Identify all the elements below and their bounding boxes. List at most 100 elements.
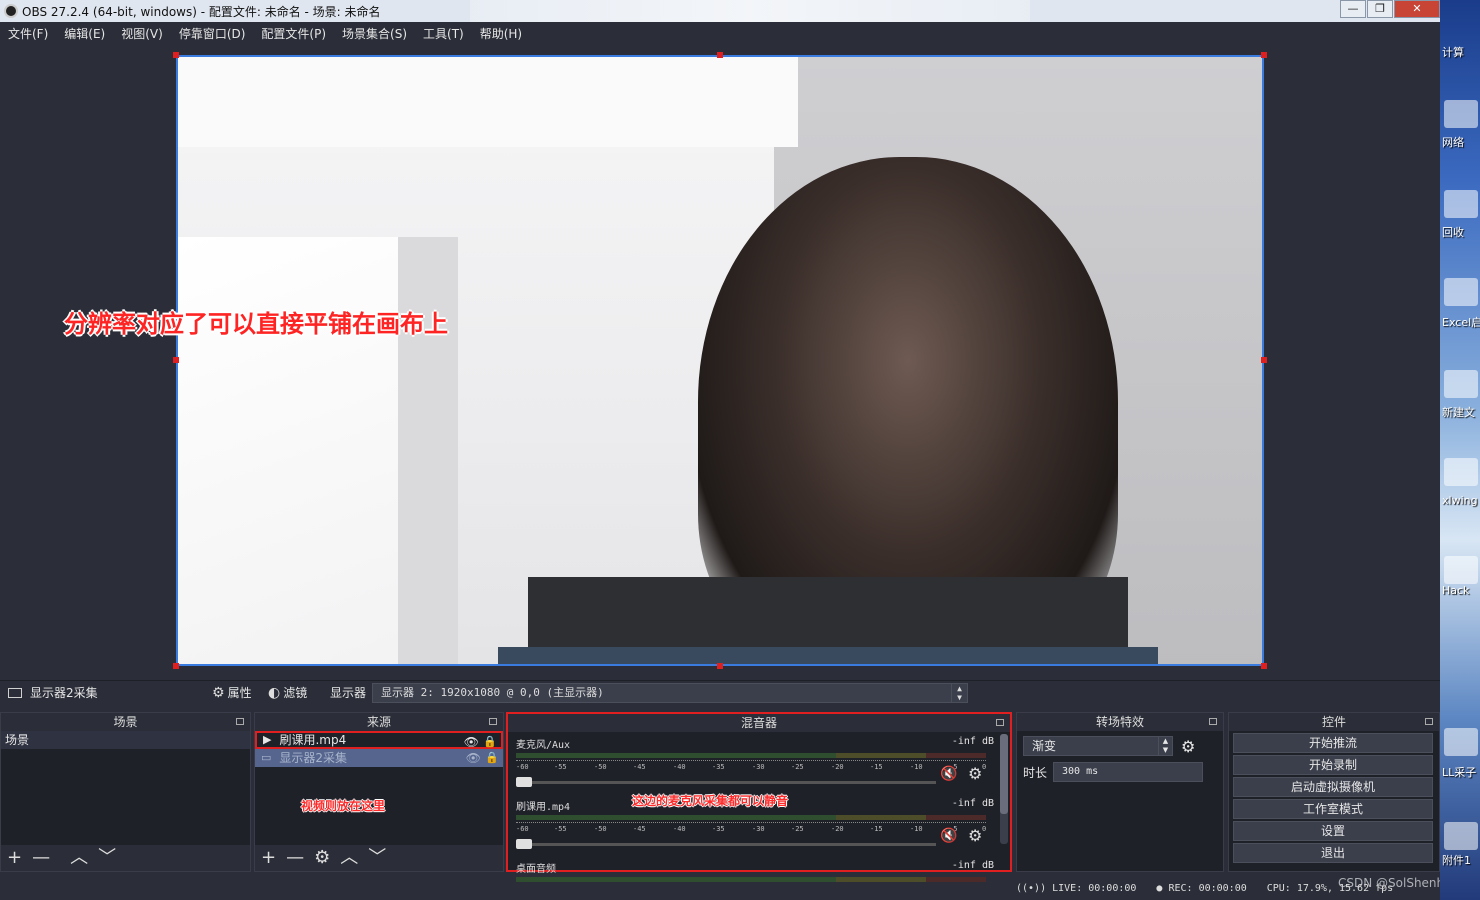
- menu-tools[interactable]: 工具(T): [423, 25, 464, 42]
- scene-window-frame: [398, 237, 458, 664]
- move-down-icon[interactable]: ﹀: [98, 848, 116, 868]
- source-item-label: 刷课用.mp4: [279, 733, 347, 747]
- preview-canvas[interactable]: [176, 55, 1264, 666]
- controls-dock: 控件 开始推流 开始录制 启动虚拟摄像机 工作室模式 设置 退出: [1228, 712, 1440, 872]
- shortcut-icon[interactable]: [1444, 556, 1478, 584]
- filters-button[interactable]: ◐ 滤镜: [268, 681, 307, 705]
- volume-slider-knob[interactable]: [516, 777, 532, 787]
- menu-help[interactable]: 帮助(H): [480, 25, 522, 42]
- resize-handle-tr[interactable]: [1261, 52, 1267, 58]
- transition-select-value: 渐变: [1032, 739, 1057, 753]
- display-select[interactable]: 显示器 2: 1920x1080 @ 0,0 (主显示器) ▲ ▼: [372, 683, 968, 703]
- gear-icon[interactable]: ⚙: [1181, 737, 1195, 756]
- network-icon[interactable]: [1444, 100, 1478, 128]
- close-button[interactable]: ✕: [1394, 0, 1440, 18]
- mute-icon[interactable]: 🔇: [940, 766, 957, 782]
- resize-handle-t[interactable]: [717, 52, 723, 58]
- gear-icon[interactable]: ⚙: [968, 826, 982, 845]
- folder-icon[interactable]: [1444, 458, 1478, 486]
- resize-handle-r[interactable]: [1261, 357, 1267, 363]
- volume-slider[interactable]: [516, 776, 936, 788]
- menu-edit[interactable]: 编辑(E): [64, 25, 105, 42]
- scenes-footer: + — ︿ ﹀: [1, 845, 250, 871]
- properties-label: 属性: [227, 686, 252, 700]
- studio-mode-button[interactable]: 工作室模式: [1233, 799, 1433, 819]
- menu-profile[interactable]: 配置文件(P): [261, 25, 326, 42]
- gear-icon[interactable]: ⚙: [968, 764, 982, 783]
- chevron-updown-icon: ▲ ▼: [951, 684, 967, 702]
- lock-icon[interactable]: 🔒: [485, 749, 499, 767]
- scene-item-label: 场景: [5, 733, 30, 747]
- exit-button[interactable]: 退出: [1233, 843, 1433, 863]
- scene-item[interactable]: 场景: [1, 731, 250, 749]
- maximize-button[interactable]: ❐: [1367, 0, 1393, 18]
- start-recording-button[interactable]: 开始录制: [1233, 755, 1433, 775]
- title-bar: OBS 27.2.4 (64-bit, windows) - 配置文件: 未命名…: [0, 0, 1440, 22]
- menu-docks[interactable]: 停靠窗口(D): [179, 25, 246, 42]
- source-item[interactable]: ▭ 显示器2采集 👁 🔒: [255, 749, 503, 767]
- resize-handle-l[interactable]: [173, 357, 179, 363]
- menu-view[interactable]: 视图(V): [121, 25, 163, 42]
- menu-file[interactable]: 文件(F): [8, 25, 48, 42]
- sources-title: 来源: [366, 715, 391, 729]
- volume-slider-knob[interactable]: [516, 839, 532, 849]
- float-dock-icon[interactable]: [236, 718, 244, 725]
- desktop-icon-label: LL采子: [1442, 766, 1477, 779]
- settings-button[interactable]: 设置: [1233, 821, 1433, 841]
- float-dock-icon[interactable]: [1209, 718, 1217, 725]
- recycle-bin-icon[interactable]: [1444, 190, 1478, 218]
- add-icon[interactable]: +: [7, 848, 22, 868]
- gear-icon[interactable]: ⚙: [314, 848, 330, 868]
- add-icon[interactable]: +: [261, 848, 276, 868]
- display-select-value: 显示器 2: 1920x1080 @ 0,0 (主显示器): [381, 686, 604, 699]
- mixer-channel-name: 刷课用.mp4: [516, 802, 571, 813]
- source-item[interactable]: ▶ 刷课用.mp4 👁 🔒: [255, 731, 503, 749]
- resize-handle-bl[interactable]: [173, 663, 179, 669]
- properties-button[interactable]: ⚙ 属性: [212, 681, 252, 705]
- mixer-channel: 麦克风/Aux -inf dB -60 -55 -50 -45 -40 -35 -30 -25…: [508, 732, 1010, 794]
- preview-annotation: 分辨率对应了可以直接平铺在画布上: [64, 310, 448, 338]
- start-virtual-camera-button[interactable]: 启动虚拟摄像机: [1233, 777, 1433, 797]
- visibility-eye-icon[interactable]: 👁: [466, 749, 481, 767]
- minimize-button[interactable]: —: [1340, 0, 1366, 18]
- live-status: ((•)) LIVE: 00:00:00: [1016, 882, 1137, 894]
- mixer-channel-level: -inf dB: [951, 798, 994, 809]
- resize-handle-tl[interactable]: [173, 52, 179, 58]
- move-down-icon[interactable]: ﹀: [368, 848, 386, 868]
- volume-meter: [516, 815, 986, 820]
- move-up-icon[interactable]: ︿: [340, 848, 358, 868]
- resize-handle-br[interactable]: [1261, 663, 1267, 669]
- folder-icon[interactable]: [1444, 728, 1478, 756]
- start-streaming-button[interactable]: 开始推流: [1233, 733, 1433, 753]
- gear-icon: ⚙: [212, 684, 225, 701]
- mute-icon[interactable]: 🔇: [940, 828, 957, 844]
- duration-input[interactable]: 300 ms: [1053, 762, 1203, 782]
- float-dock-icon[interactable]: [1425, 718, 1433, 725]
- text-file-icon[interactable]: [1444, 370, 1478, 398]
- mixer-header: 混音器: [508, 714, 1010, 732]
- transitions-header: 转场特效: [1017, 713, 1223, 731]
- monitor-icon: [8, 687, 22, 698]
- mixer-channel-level: -inf dB: [951, 860, 994, 871]
- transition-select[interactable]: 渐变 ▲ ▼: [1023, 736, 1173, 756]
- float-dock-icon[interactable]: [489, 718, 497, 725]
- desktop-icon-label: 网络: [1442, 136, 1464, 149]
- source-item-label: 显示器2采集: [279, 751, 348, 765]
- excel-icon[interactable]: [1444, 278, 1478, 306]
- remove-icon[interactable]: —: [32, 848, 50, 868]
- excel-icon[interactable]: [1444, 822, 1478, 850]
- mixer-title: 混音器: [740, 716, 777, 730]
- sources-footer: + — ⚙ ︿ ﹀: [255, 845, 503, 871]
- obs-logo-icon: [4, 4, 18, 18]
- remove-icon[interactable]: —: [286, 848, 304, 868]
- window-title: OBS 27.2.4 (64-bit, windows) - 配置文件: 未命名…: [22, 4, 381, 19]
- scenes-dock: 场景 场景 + — ︿ ﹀: [0, 712, 251, 872]
- move-up-icon[interactable]: ︿: [70, 848, 88, 868]
- float-dock-icon[interactable]: [996, 719, 1004, 726]
- mixer-scrollbar[interactable]: [1000, 734, 1008, 844]
- volume-slider[interactable]: [516, 838, 936, 850]
- resize-handle-b[interactable]: [717, 663, 723, 669]
- menu-scene-collection[interactable]: 场景集合(S): [342, 25, 407, 42]
- scenes-title: 场景: [113, 715, 138, 729]
- watermark: CSDN @SolShenhs: [1338, 876, 1451, 890]
